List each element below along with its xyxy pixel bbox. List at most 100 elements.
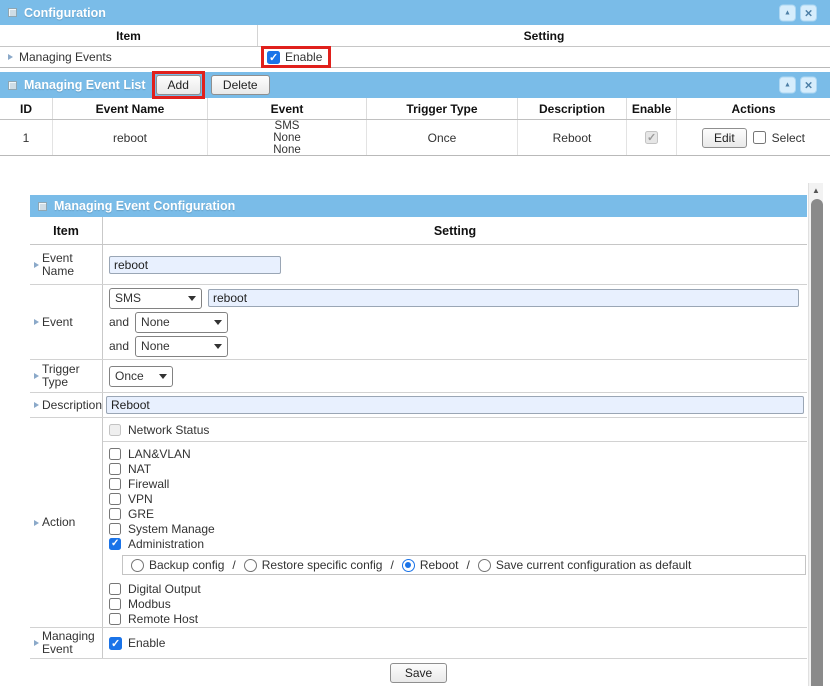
reboot-label: Reboot	[420, 558, 459, 572]
restore-specific-config-label: Restore specific config	[262, 558, 383, 572]
vpn-label: VPN	[128, 492, 153, 506]
managing-event-label: Managing Event	[42, 630, 101, 656]
event-value-input[interactable]	[208, 289, 799, 307]
close-icon[interactable]	[800, 77, 817, 94]
column-header-enable: Enable	[627, 98, 677, 119]
option-separator: /	[465, 558, 472, 572]
remote-host-checkbox[interactable]	[109, 613, 121, 625]
column-header-description: Description	[518, 98, 627, 119]
event-list-row: 1 reboot SMS None None Once Reboot Edit …	[0, 120, 830, 156]
configuration-titlebar: Configuration	[0, 0, 830, 25]
add-highlight-box: Add	[152, 71, 205, 99]
lan-vlan-label: LAN&VLAN	[128, 447, 191, 461]
column-header-setting: Setting	[103, 217, 807, 244]
firewall-checkbox[interactable]	[109, 478, 121, 490]
chevron-down-icon	[214, 320, 222, 325]
nat-checkbox[interactable]	[109, 463, 121, 475]
gre-checkbox[interactable]	[109, 508, 121, 520]
managing-event-enable-checkbox[interactable]	[109, 637, 122, 650]
administration-options-box: Backup config / Restore specific config …	[122, 555, 806, 575]
action-label: Action	[42, 516, 75, 529]
administration-label: Administration	[128, 537, 204, 551]
chevron-down-icon	[159, 374, 167, 379]
event-and2-select[interactable]: None	[135, 336, 228, 357]
administration-checkbox[interactable]	[109, 538, 121, 550]
add-button[interactable]: Add	[156, 75, 201, 95]
system-manage-checkbox[interactable]	[109, 523, 121, 535]
save-default-radio[interactable]	[478, 559, 491, 572]
digital-output-checkbox[interactable]	[109, 583, 121, 595]
scroll-up-icon[interactable]	[809, 183, 823, 198]
enable-highlight-box: Enable	[261, 46, 331, 68]
edit-button[interactable]: Edit	[702, 128, 747, 148]
action-row: Action Network Status LAN&VLAN NAT Firew…	[30, 418, 807, 628]
restore-specific-config-radio[interactable]	[244, 559, 257, 572]
close-icon[interactable]	[800, 4, 817, 21]
description-label: Description	[42, 399, 102, 412]
network-status-checkbox	[109, 424, 121, 436]
cell-event: SMS None None	[208, 120, 367, 155]
row-arrow-icon	[34, 402, 39, 408]
enable-label: Enable	[128, 636, 165, 650]
remote-host-label: Remote Host	[128, 612, 198, 626]
modbus-checkbox[interactable]	[109, 598, 121, 610]
backup-config-radio[interactable]	[131, 559, 144, 572]
chevron-down-icon	[214, 344, 222, 349]
description-input[interactable]	[106, 396, 804, 414]
digital-output-label: Digital Output	[128, 582, 201, 596]
managing-events-enable-checkbox[interactable]	[267, 51, 280, 64]
column-header-event: Event	[208, 98, 367, 119]
scrollbar-thumb[interactable]	[811, 199, 823, 686]
event-and1-select[interactable]: None	[135, 312, 228, 333]
event-config-titlebar: Managing Event Configuration	[30, 195, 807, 217]
event-row: Event SMS and None and None	[30, 285, 807, 360]
and1-selected-value: None	[141, 315, 170, 329]
reboot-radio[interactable]	[402, 559, 415, 572]
event-name-row: Event Name	[30, 245, 807, 285]
column-header-event-name: Event Name	[53, 98, 208, 119]
and-label: and	[109, 339, 129, 353]
panel-icon	[38, 202, 47, 211]
vertical-scrollbar[interactable]	[808, 183, 823, 686]
collapse-icon[interactable]	[779, 77, 796, 94]
column-header-actions: Actions	[677, 98, 830, 119]
delete-button[interactable]: Delete	[211, 75, 270, 95]
row-enable-checkbox	[645, 131, 658, 144]
select-checkbox[interactable]	[753, 131, 766, 144]
cell-id: 1	[0, 120, 53, 155]
event-type-select[interactable]: SMS	[109, 288, 202, 309]
event-list-titlebar: Managing Event List Add Delete	[0, 72, 830, 98]
trigger-selected-value: Once	[115, 369, 144, 383]
managing-event-row: Managing Event Enable	[30, 628, 807, 659]
row-arrow-icon	[34, 319, 39, 325]
vpn-checkbox[interactable]	[109, 493, 121, 505]
system-manage-label: System Manage	[128, 522, 215, 536]
and2-selected-value: None	[141, 339, 170, 353]
lan-vlan-checkbox[interactable]	[109, 448, 121, 460]
save-row: Save	[30, 659, 807, 686]
trigger-type-row: Trigger Type Once	[30, 360, 807, 393]
save-button[interactable]: Save	[390, 663, 447, 683]
trigger-type-select[interactable]: Once	[109, 366, 173, 387]
option-separator: /	[230, 558, 237, 572]
option-separator: /	[388, 558, 395, 572]
panel-icon	[8, 81, 17, 90]
column-header-item: Item	[30, 217, 103, 244]
chevron-down-icon	[188, 296, 196, 301]
event-name-input[interactable]	[109, 256, 281, 274]
managing-event-configuration-panel: Managing Event Configuration Item Settin…	[30, 195, 807, 686]
panel-icon	[8, 8, 17, 17]
column-header-item: Item	[0, 25, 258, 46]
panel-title: Managing Event Configuration	[54, 199, 235, 213]
collapse-icon[interactable]	[779, 4, 796, 21]
event-label: Event	[42, 316, 73, 329]
backup-config-label: Backup config	[149, 558, 224, 572]
and-label: and	[109, 315, 129, 329]
column-header-setting: Setting	[258, 25, 830, 46]
event-line-3: None	[273, 144, 301, 156]
configuration-panel: Configuration Item Setting Managing Even…	[0, 0, 830, 68]
row-arrow-icon	[34, 262, 39, 268]
event-name-label: Event Name	[42, 252, 101, 278]
nat-label: NAT	[128, 462, 151, 476]
panel-title: Managing Event List	[24, 78, 146, 92]
